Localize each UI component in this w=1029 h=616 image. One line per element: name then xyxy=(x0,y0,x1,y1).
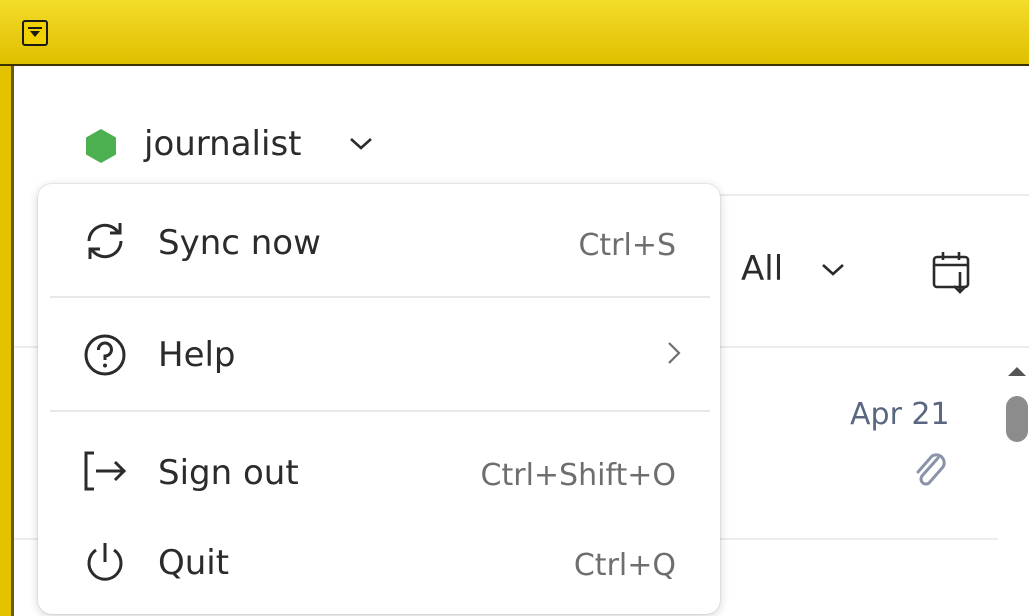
menu-item-shortcut: Ctrl+S xyxy=(578,228,676,263)
menu-item-shortcut: Ctrl+Q xyxy=(573,548,676,583)
help-icon xyxy=(84,334,126,376)
menu-separator xyxy=(50,296,710,298)
menu-item-label: Sign out xyxy=(158,453,299,493)
menu-item-label: Sync now xyxy=(158,223,321,263)
message-date: Apr 21 xyxy=(850,397,950,432)
chevron-down-icon xyxy=(350,138,372,150)
online-status-icon xyxy=(86,129,116,163)
menu-item-sync-now[interactable]: Sync now Ctrl+S xyxy=(38,194,720,284)
menu-item-shortcut: Ctrl+Shift+O xyxy=(480,458,676,493)
menu-item-label: Quit xyxy=(158,543,230,583)
menu-separator xyxy=(50,410,710,412)
sign-out-icon xyxy=(84,451,127,491)
account-switcher[interactable]: journalist xyxy=(46,80,502,180)
window-menu-button[interactable] xyxy=(22,20,48,46)
power-icon xyxy=(87,543,123,581)
chevron-right-icon xyxy=(668,342,681,364)
account-name: journalist xyxy=(144,124,302,164)
account-menu: Sync now Ctrl+S Help Sign out Ctrl+Shift… xyxy=(38,184,720,614)
menu-item-sign-out[interactable]: Sign out Ctrl+Shift+O xyxy=(38,424,720,514)
window-menu-icon xyxy=(28,27,42,37)
paperclip-icon xyxy=(916,453,946,486)
menu-item-quit[interactable]: Quit Ctrl+Q xyxy=(38,514,720,604)
calendar-sort-icon[interactable] xyxy=(930,250,974,296)
menu-item-help[interactable]: Help xyxy=(38,306,720,396)
window-frame-left xyxy=(0,0,14,616)
title-bar[interactable] xyxy=(0,0,1029,66)
menu-item-label: Help xyxy=(158,335,236,375)
chevron-down-icon[interactable] xyxy=(820,262,846,278)
scroll-up-arrow-icon[interactable] xyxy=(1006,364,1028,378)
sync-icon xyxy=(87,223,123,259)
filter-select[interactable]: All xyxy=(741,249,783,289)
scrollbar-thumb[interactable] xyxy=(1006,396,1028,442)
